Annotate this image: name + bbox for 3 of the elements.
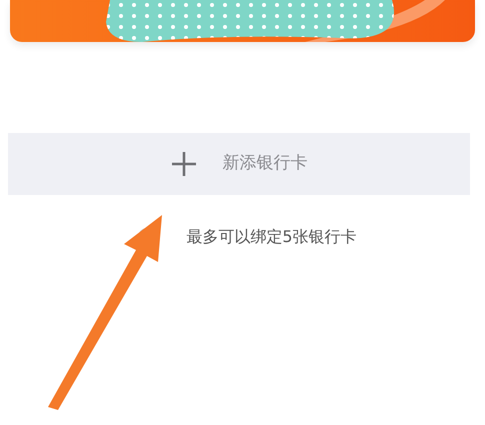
add-card-button[interactable]: 新添银行卡 [8, 133, 470, 195]
plus-icon [170, 151, 196, 177]
notice-text: 最多可以绑定5张银行卡 [186, 226, 357, 248]
